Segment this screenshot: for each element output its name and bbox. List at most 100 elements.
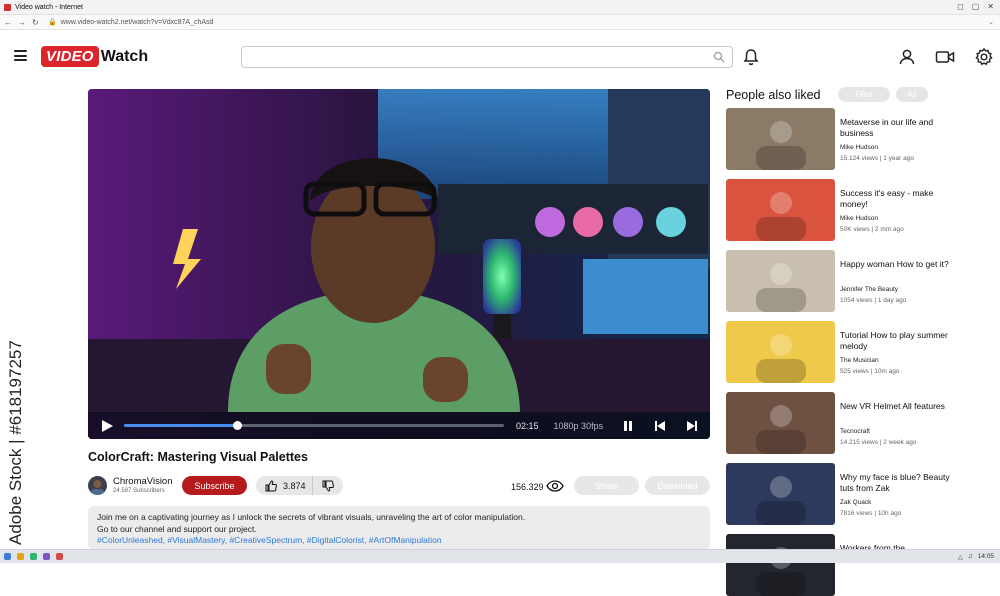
- dropdown-icon[interactable]: ⌄: [988, 18, 994, 26]
- related-video-item[interactable]: Metaverse in our life and business Mike H…: [726, 108, 956, 170]
- video-frame-image: [88, 89, 710, 439]
- progress-fill: [124, 424, 238, 427]
- favicon-icon: [4, 3, 11, 11]
- url-text[interactable]: www.video-watch2.net/watch?v=Vdxc87A_chA…: [61, 19, 214, 26]
- description-line-2: Go to our channel and support our projec…: [97, 523, 257, 534]
- wifi-icon[interactable]: △: [958, 553, 963, 561]
- search-input[interactable]: [242, 47, 732, 68]
- related-video-title[interactable]: Tutorial How to play summer melody: [840, 330, 950, 352]
- skip-back-icon[interactable]: [653, 419, 667, 433]
- share-button[interactable]: Share: [574, 476, 639, 495]
- related-video-item[interactable]: Why my face is blue? Beauty tuts from Za…: [726, 463, 956, 525]
- start-icon[interactable]: [4, 553, 11, 560]
- folder-icon[interactable]: [17, 553, 24, 560]
- subscribe-button[interactable]: Subscribe: [182, 476, 247, 495]
- channel-avatar[interactable]: [88, 476, 107, 495]
- related-videos-title: People also liked: [726, 88, 821, 102]
- related-video-author: The Musician: [840, 357, 879, 364]
- related-video-title[interactable]: Why my face is blue? Beauty tuts from Za…: [840, 472, 950, 494]
- stock-watermark: Adobe Stock | #618197257: [6, 340, 25, 545]
- filter-chip[interactable]: Filter: [838, 87, 890, 102]
- quality-label[interactable]: 1080p 30fps: [554, 421, 604, 431]
- related-video-thumbnail[interactable]: [726, 179, 835, 241]
- url-field[interactable]: 🔒 www.video-watch2.net/watch?v=Vdxc87A_c…: [44, 17, 914, 28]
- view-count: 156.329: [511, 482, 544, 492]
- related-video-meta: 7816 views | 10h ago: [840, 510, 902, 517]
- related-video-thumbnail[interactable]: [726, 534, 835, 596]
- tab-title[interactable]: Video watch - Internet: [15, 4, 83, 11]
- progress-knob[interactable]: [233, 420, 243, 430]
- menu-icon[interactable]: [14, 50, 27, 61]
- minimize-icon[interactable]: ◻: [957, 2, 964, 11]
- bell-icon[interactable]: [741, 47, 761, 67]
- os-taskbar: △ ♫ 14:05: [0, 549, 1000, 563]
- related-video-thumbnail[interactable]: [726, 463, 835, 525]
- like-button[interactable]: 3.874: [256, 476, 313, 495]
- volume-icon[interactable]: ♫: [968, 553, 973, 560]
- related-video-author: Jennifer The Beauty: [840, 286, 899, 293]
- related-video-title[interactable]: New VR Helmet All features: [840, 401, 950, 412]
- related-video-item[interactable]: Happy woman How to get it? Jennifer The B…: [726, 250, 956, 312]
- related-video-title[interactable]: Happy woman How to get it?: [840, 259, 950, 270]
- download-button[interactable]: Download: [645, 476, 710, 495]
- related-video-item[interactable]: Tutorial How to play summer melody The Mu…: [726, 321, 956, 383]
- related-video-thumbnail[interactable]: [726, 250, 835, 312]
- search-icon[interactable]: [713, 51, 725, 63]
- logo-video-text: VIDEO: [41, 46, 99, 67]
- related-video-author: Zak Quack: [840, 499, 872, 506]
- camera-icon[interactable]: [935, 47, 955, 67]
- system-tray: △ ♫ 14:05: [958, 553, 1000, 561]
- related-video-title[interactable]: Success it's easy - make money!: [840, 188, 950, 210]
- eye-icon: [546, 480, 564, 492]
- window-controls: ◻ ▢ ✕: [957, 2, 994, 11]
- related-video-item[interactable]: Success it's easy - make money! Mike Huds…: [726, 179, 956, 241]
- address-bar-tools: ⌄: [988, 18, 1000, 26]
- logo-watch-text: Watch: [100, 47, 149, 65]
- browser-icon[interactable]: [30, 553, 37, 560]
- video-title: ColorCraft: Mastering Visual Palettes: [88, 450, 308, 464]
- restore-icon[interactable]: ▢: [972, 2, 980, 11]
- dislike-button[interactable]: [313, 476, 343, 495]
- description-line-1: Join me on a captivating journey as I un…: [97, 512, 526, 522]
- close-icon[interactable]: ✕: [987, 2, 994, 11]
- video-player[interactable]: 02:15 1080p 30fps: [88, 89, 710, 439]
- related-video-meta: 1054 views | 1 day ago: [840, 297, 907, 304]
- search-bar: [241, 46, 733, 68]
- app-header: VIDEO Watch: [0, 30, 1000, 82]
- thumbs-up-icon: [265, 479, 277, 491]
- related-video-item[interactable]: Workers from the: [726, 534, 956, 596]
- related-video-author: Mike Hudson: [840, 215, 878, 222]
- progress-bar[interactable]: [124, 420, 504, 430]
- logo[interactable]: VIDEO Watch: [41, 46, 148, 67]
- related-video-author: Mike Hudson: [840, 144, 878, 151]
- settings-gear-icon[interactable]: [974, 47, 994, 67]
- related-video-meta: 14.215 views | 2 week ago: [840, 439, 917, 446]
- play-icon[interactable]: [100, 419, 114, 433]
- related-video-meta: 15.124 views | 1 year ago: [840, 155, 914, 162]
- related-video-thumbnail[interactable]: [726, 392, 835, 454]
- related-video-item[interactable]: New VR Helmet All features Tecnocraft 14.2…: [726, 392, 956, 454]
- all-chip[interactable]: All: [896, 87, 928, 102]
- channel-name[interactable]: ChromaVision: [113, 476, 173, 487]
- player-controls: 02:15 1080p 30fps: [88, 412, 710, 439]
- related-video-thumbnail[interactable]: [726, 321, 835, 383]
- reload-icon[interactable]: ↻: [32, 18, 39, 27]
- related-video-thumbnail[interactable]: [726, 108, 835, 170]
- taskbar-apps: [0, 553, 63, 560]
- clock[interactable]: 14:05: [978, 553, 994, 560]
- related-video-meta: 50K views | 2 mm ago: [840, 226, 904, 233]
- pause-icon[interactable]: [621, 419, 635, 433]
- account-icon[interactable]: [897, 47, 917, 67]
- media-icon[interactable]: [56, 553, 63, 560]
- description-hashtags[interactable]: #ColorUnleashed, #VisualMastery, #Creati…: [97, 535, 701, 547]
- related-video-title[interactable]: Metaverse in our life and business: [840, 117, 950, 139]
- lock-icon: 🔒: [48, 19, 57, 26]
- channel-subscribers: 24.597 Subscribers: [113, 488, 165, 494]
- app-icon[interactable]: [43, 553, 50, 560]
- back-icon[interactable]: ←: [4, 18, 12, 27]
- related-video-author: Tecnocraft: [840, 428, 870, 435]
- related-video-meta: 525 views | 10m ago: [840, 368, 900, 375]
- skip-forward-icon[interactable]: [685, 419, 699, 433]
- video-description[interactable]: Join me on a captivating journey as I un…: [88, 506, 710, 550]
- forward-icon[interactable]: →: [18, 18, 26, 27]
